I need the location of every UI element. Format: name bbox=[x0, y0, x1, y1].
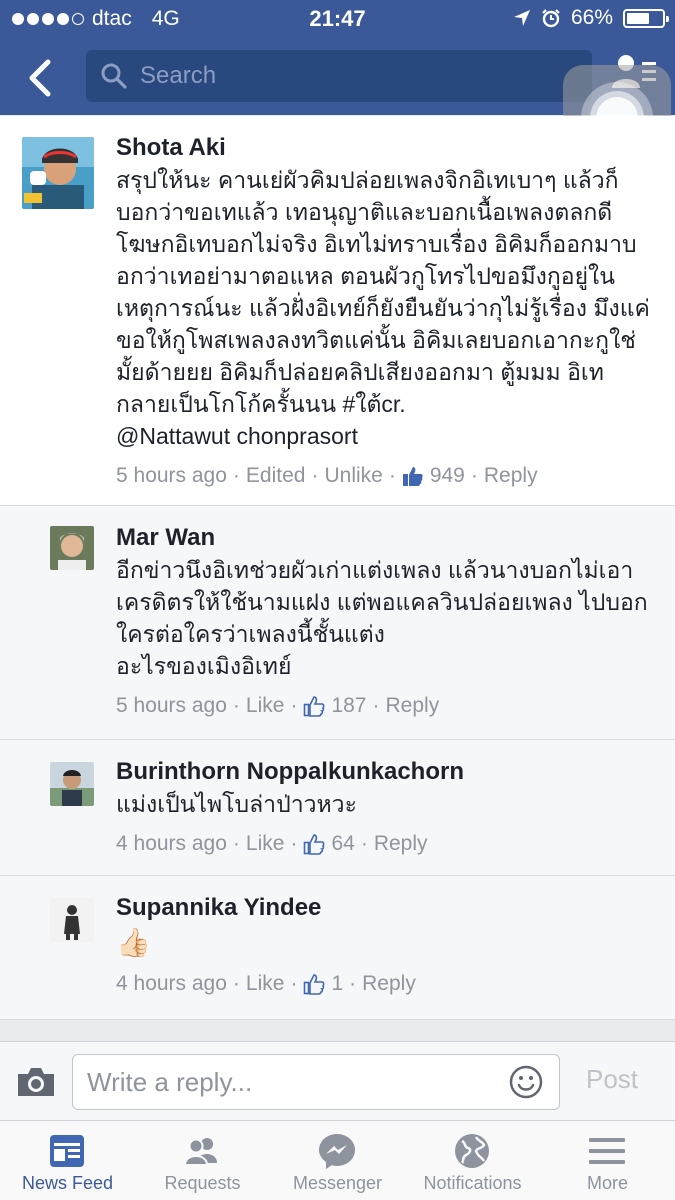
comment-text: อีกข่าวนึงอิเทช่วยผัวเก่าแต่งเพลง แล้วนา… bbox=[116, 557, 648, 679]
comment-time[interactable]: 5 hours ago bbox=[116, 464, 227, 488]
news-feed-icon bbox=[50, 1135, 84, 1167]
tab-label: Notifications bbox=[423, 1173, 522, 1193]
thumbs-up-emoji: 👍🏻 bbox=[116, 927, 151, 958]
tab-label: Messenger bbox=[292, 1173, 383, 1193]
friend-requests-icon bbox=[183, 1138, 217, 1166]
like-count[interactable]: 187 bbox=[331, 694, 366, 718]
avatar[interactable] bbox=[22, 137, 94, 209]
comment-author[interactable]: Burinthorn Noppalkunkachorn bbox=[116, 756, 655, 788]
tab-label: Requests bbox=[164, 1173, 241, 1193]
post-button[interactable]: Post bbox=[586, 1064, 638, 1095]
comment-list: Shota Aki สรุปให้นะ คานเย่ผัวคิมปล่อยเพล… bbox=[0, 116, 675, 1020]
reply-input[interactable]: Write a reply... bbox=[72, 1054, 560, 1110]
comment-text: สรุปให้นะ คานเย่ผัวคิมปล่อยเพลงจิกอิเทเบ… bbox=[116, 167, 650, 417]
like-thumb-icon bbox=[304, 974, 325, 995]
unlike-button[interactable]: Unlike bbox=[324, 464, 382, 488]
tab-requests[interactable]: Requests bbox=[135, 1121, 270, 1200]
smiley-icon[interactable] bbox=[508, 1064, 544, 1100]
like-thumb-icon bbox=[304, 696, 325, 717]
comment-meta: 5 hours ago · Edited · Unlike · 949 · Re… bbox=[116, 464, 538, 488]
status-right: 66% bbox=[513, 6, 669, 30]
tab-more[interactable]: More bbox=[540, 1121, 675, 1200]
edited-label[interactable]: Edited bbox=[246, 464, 306, 488]
tab-news-feed[interactable]: News Feed bbox=[0, 1121, 135, 1200]
like-button[interactable]: Like bbox=[246, 972, 285, 996]
tab-bar: News Feed Requests Messenger Notificatio… bbox=[0, 1121, 675, 1200]
tab-label: News Feed bbox=[21, 1173, 114, 1193]
like-count[interactable]: 949 bbox=[430, 464, 465, 488]
comment: Shota Aki สรุปให้นะ คานเย่ผัวคิมปล่อยเพล… bbox=[0, 116, 675, 506]
search-bar[interactable]: Search bbox=[86, 50, 592, 102]
comment: Supannika Yindee 👍🏻 4 hours ago · Like ·… bbox=[0, 876, 675, 1020]
battery-icon bbox=[623, 8, 669, 28]
comment-text: แม่งเป็นไพโบล่าป่าวหวะ bbox=[116, 791, 357, 817]
comment-meta: 4 hours ago · Like · 1 · Reply bbox=[116, 972, 416, 996]
reply-placeholder: Write a reply... bbox=[87, 1066, 253, 1097]
comment-author[interactable]: Mar Wan bbox=[116, 522, 655, 554]
back-arrow-icon[interactable] bbox=[22, 56, 62, 100]
battery-percent: 66% bbox=[570, 6, 613, 29]
tab-messenger[interactable]: Messenger bbox=[270, 1121, 405, 1200]
comment-time[interactable]: 4 hours ago bbox=[116, 972, 227, 996]
comment-meta: 5 hours ago · Like · 187 · Reply bbox=[116, 694, 440, 718]
avatar[interactable] bbox=[50, 526, 94, 570]
like-button[interactable]: Like bbox=[246, 832, 285, 856]
like-button[interactable]: Like bbox=[246, 694, 285, 718]
like-count[interactable]: 64 bbox=[331, 832, 354, 856]
avatar[interactable] bbox=[50, 898, 94, 942]
reply-button[interactable]: Reply bbox=[362, 972, 416, 996]
comment-author[interactable]: Shota Aki bbox=[116, 132, 655, 164]
tab-label: More bbox=[586, 1173, 628, 1193]
like-thumb-icon bbox=[304, 834, 325, 855]
search-icon bbox=[101, 63, 127, 89]
like-thumb-icon bbox=[402, 467, 423, 486]
comment-time[interactable]: 5 hours ago bbox=[116, 694, 227, 718]
status-bar: dtac 4G 21:47 66% bbox=[0, 0, 675, 38]
reply-composer: Write a reply... Post bbox=[0, 1041, 675, 1121]
messenger-icon bbox=[319, 1134, 355, 1169]
comment: Burinthorn Noppalkunkachorn แม่งเป็นไพโบ… bbox=[0, 740, 675, 876]
location-arrow-icon bbox=[513, 10, 530, 26]
menu-icon bbox=[589, 1138, 625, 1164]
comment-mention[interactable]: @Nattawut chonprasort bbox=[116, 420, 655, 452]
reply-button[interactable]: Reply bbox=[484, 464, 538, 488]
globe-icon bbox=[455, 1134, 489, 1168]
camera-icon[interactable] bbox=[14, 1064, 58, 1100]
reply-button[interactable]: Reply bbox=[374, 832, 428, 856]
comment: Mar Wan อีกข่าวนึงอิเทช่วยผัวเก่าแต่งเพล… bbox=[0, 506, 675, 740]
comment-meta: 4 hours ago · Like · 64 · Reply bbox=[116, 832, 428, 856]
tab-notifications[interactable]: Notifications bbox=[405, 1121, 540, 1200]
like-count[interactable]: 1 bbox=[331, 972, 343, 996]
avatar[interactable] bbox=[50, 762, 94, 806]
reply-button[interactable]: Reply bbox=[386, 694, 440, 718]
alarm-clock-icon bbox=[542, 9, 560, 28]
comment-author[interactable]: Supannika Yindee bbox=[116, 892, 655, 924]
comment-time[interactable]: 4 hours ago bbox=[116, 832, 227, 856]
search-placeholder: Search bbox=[140, 62, 217, 89]
